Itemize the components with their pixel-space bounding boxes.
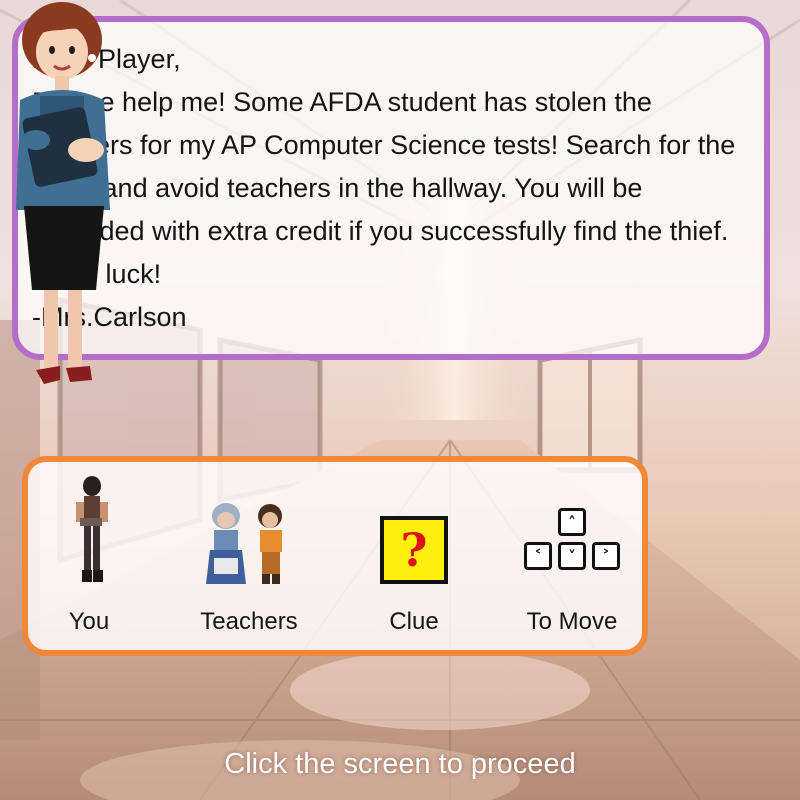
legend-label-you: You [68, 608, 110, 635]
letter-greeting: Dear Player, [32, 44, 181, 74]
legend-label-teachers: Teachers [200, 608, 298, 635]
teachers-sprite-icon [206, 503, 282, 584]
teacher-character [16, 2, 110, 384]
arrow-down-key-icon: ˅ [558, 542, 586, 570]
proceed-prompt: Click the screen to proceed [224, 748, 576, 780]
arrow-right-key-icon: ˃ [592, 542, 620, 570]
legend-item-teachers: Teachers [178, 462, 320, 650]
legend-item-move: ˄ ˂ ˅ ˃ To Move [496, 462, 648, 650]
letter-body: Please help me! Some AFDA student has st… [32, 87, 736, 289]
arrow-left-key-icon: ˂ [524, 542, 552, 570]
legend-panel: You Teachers ? Clue ˄ ˂ ˅ ˃ To Move [22, 456, 648, 656]
legend-item-clue: Clue [358, 462, 470, 650]
game-screen[interactable]: Dear Player, Please help me! Some AFDA s… [0, 0, 800, 800]
legend-item-you: You [28, 462, 150, 650]
player-sprite-icon [76, 476, 108, 582]
legend-label-clue: Clue [389, 608, 439, 635]
arrow-up-key-icon: ˄ [558, 508, 586, 536]
letter-signature: -Mrs.Carlson [32, 302, 187, 332]
legend-label-move: To Move [526, 608, 618, 635]
